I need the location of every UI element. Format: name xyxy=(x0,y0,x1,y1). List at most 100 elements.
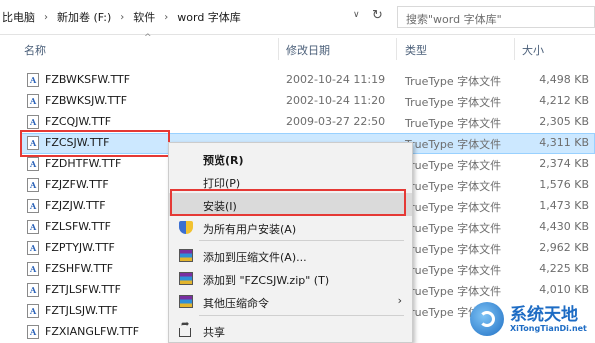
file-name: FZCSJW.TTF xyxy=(45,136,110,149)
file-name: FZLSFW.TTF xyxy=(45,220,111,233)
file-name: FZJZFW.TTF xyxy=(45,178,109,191)
breadcrumb-item-pc[interactable]: 比电脑 xyxy=(0,9,37,25)
refresh-icon[interactable]: ↻ xyxy=(372,8,383,23)
file-name: FZSHFW.TTF xyxy=(45,262,114,275)
font-file-icon xyxy=(27,220,39,234)
table-row[interactable]: FZCQJW.TTF 2009-03-27 22:50 TrueType 字体文件 2… xyxy=(0,112,595,133)
search-input[interactable]: 搜索"word 字体库" xyxy=(397,6,595,28)
file-type: TrueType 字体文件 xyxy=(405,243,502,256)
menu-item[interactable]: 打印(P) xyxy=(169,170,412,193)
column-header-name[interactable]: 名称 xyxy=(24,42,46,58)
font-file-icon xyxy=(27,325,39,339)
menu-item-label: 添加到压缩文件(A)... xyxy=(203,251,307,264)
chevron-right-icon[interactable]: › xyxy=(37,12,55,23)
archive-icon xyxy=(179,272,193,285)
font-file-icon xyxy=(27,199,39,213)
menu-item[interactable]: 预览(R) xyxy=(169,147,412,170)
share-icon xyxy=(179,319,191,337)
font-file-icon xyxy=(27,136,39,150)
font-file-icon xyxy=(27,157,39,171)
menu-separator xyxy=(199,315,404,316)
menu-item[interactable]: 为所有用户安装(A) xyxy=(169,216,412,239)
file-type: TrueType 字体文件 xyxy=(405,222,502,235)
breadcrumb-item-software[interactable]: 软件 xyxy=(131,9,157,25)
address-bar: 比电脑 › 新加卷 (F:) › 软件 › word 字体库 ∨ ↻ 搜索"wo… xyxy=(0,0,595,35)
file-name: FZTJLSFW.TTF xyxy=(45,283,121,296)
chevron-right-icon[interactable]: › xyxy=(157,12,175,23)
file-date: 2002-10-24 11:20 xyxy=(286,94,386,107)
column-divider[interactable] xyxy=(278,38,279,60)
file-type: TrueType 字体文件 xyxy=(405,117,502,130)
file-size: 4,010 KB xyxy=(539,283,589,296)
column-header-modified[interactable]: 修改日期 xyxy=(286,42,330,58)
file-name: FZJZJW.TTF xyxy=(45,199,106,212)
file-date: 2002-10-24 11:19 xyxy=(286,73,386,86)
font-file-icon xyxy=(27,73,39,87)
column-header-size[interactable]: 大小 xyxy=(522,42,544,58)
file-size: 1,473 KB xyxy=(539,199,589,212)
font-file-icon xyxy=(27,94,39,108)
file-name: FZTJLSJW.TTF xyxy=(45,304,118,317)
file-name: FZBWKSFW.TTF xyxy=(45,73,131,86)
font-file-icon xyxy=(27,241,39,255)
file-name: FZXIANGLFW.TTF xyxy=(45,325,140,338)
chevron-down-icon[interactable]: ∨ xyxy=(353,10,360,20)
archive-icon xyxy=(179,295,193,308)
file-type: TrueType 字体文件 xyxy=(405,96,502,109)
menu-item-label: 添加到 "FZCSJW.zip" (T) xyxy=(203,274,330,287)
file-size: 2,374 KB xyxy=(539,157,589,170)
file-type: TrueType 字体文件 xyxy=(405,180,502,193)
watermark-subtitle: XiTongTianDi.net xyxy=(510,324,587,333)
column-header-type[interactable]: 类型 xyxy=(405,42,427,58)
file-size: 4,430 KB xyxy=(539,220,589,233)
column-divider[interactable] xyxy=(514,38,515,60)
file-size: 4,225 KB xyxy=(539,262,589,275)
file-size: 4,498 KB xyxy=(539,73,589,86)
file-date: 2009-03-27 22:50 xyxy=(286,115,386,128)
menu-item[interactable]: 共享 xyxy=(169,319,412,342)
globe-icon xyxy=(470,302,504,336)
file-size: 4,311 KB xyxy=(539,136,589,149)
chevron-right-icon: › xyxy=(397,294,402,307)
font-file-icon xyxy=(27,115,39,129)
breadcrumb: 比电脑 › 新加卷 (F:) › 软件 › word 字体库 xyxy=(0,0,243,34)
archive-icon xyxy=(179,249,193,262)
sort-caret-icon: ^ xyxy=(144,33,152,43)
menu-item[interactable]: 安装(I) xyxy=(169,193,412,216)
menu-item[interactable]: 其他压缩命令 › xyxy=(169,290,412,313)
search-placeholder: 搜索"word 字体库" xyxy=(406,13,502,26)
menu-item-label: 其他压缩命令 xyxy=(203,297,269,310)
file-name: FZPTYJW.TTF xyxy=(45,241,115,254)
menu-separator xyxy=(199,240,404,241)
file-name: FZBWKSJW.TTF xyxy=(45,94,128,107)
chevron-right-icon[interactable]: › xyxy=(113,12,131,23)
breadcrumb-item-drive[interactable]: 新加卷 (F:) xyxy=(55,9,113,25)
menu-item-label: 为所有用户安装(A) xyxy=(203,223,297,236)
shield-icon xyxy=(179,221,193,234)
table-row[interactable]: FZBWKSFW.TTF 2002-10-24 11:19 TrueType 字体文… xyxy=(0,70,595,91)
table-row[interactable]: FZBWKSJW.TTF 2002-10-24 11:20 TrueType 字体文… xyxy=(0,91,595,112)
file-type: TrueType 字体文件 xyxy=(405,264,502,277)
font-file-icon xyxy=(27,283,39,297)
breadcrumb-item-current[interactable]: word 字体库 xyxy=(175,9,243,25)
menu-item-label: 共享 xyxy=(203,326,225,339)
menu-item-label: 打印(P) xyxy=(203,177,241,190)
watermark-title: 系统天地 xyxy=(510,305,578,325)
column-divider[interactable] xyxy=(396,38,397,60)
file-size: 2,305 KB xyxy=(539,115,589,128)
menu-item[interactable]: 添加到 "FZCSJW.zip" (T) xyxy=(169,267,412,290)
file-size: 1,576 KB xyxy=(539,178,589,191)
font-file-icon xyxy=(27,304,39,318)
watermark-logo: 系统天地 XiTongTianDi.net xyxy=(470,296,592,340)
menu-item-label: 预览(R) xyxy=(203,154,244,167)
file-type: TrueType 字体文件 xyxy=(405,159,502,172)
file-size: 4,212 KB xyxy=(539,94,589,107)
context-menu: 预览(R) 打印(P) 安装(I) 为所有用户安装(A) 添加到压缩文件(A)... 添加… xyxy=(168,142,413,343)
file-type: TrueType 字体文件 xyxy=(405,201,502,214)
file-name: FZDHTFW.TTF xyxy=(45,157,122,170)
menu-item[interactable]: 添加到压缩文件(A)... xyxy=(169,244,412,267)
file-name: FZCQJW.TTF xyxy=(45,115,112,128)
file-type: TrueType 字体文件 xyxy=(405,75,502,88)
font-file-icon xyxy=(27,262,39,276)
menu-item-label: 安装(I) xyxy=(203,200,237,213)
